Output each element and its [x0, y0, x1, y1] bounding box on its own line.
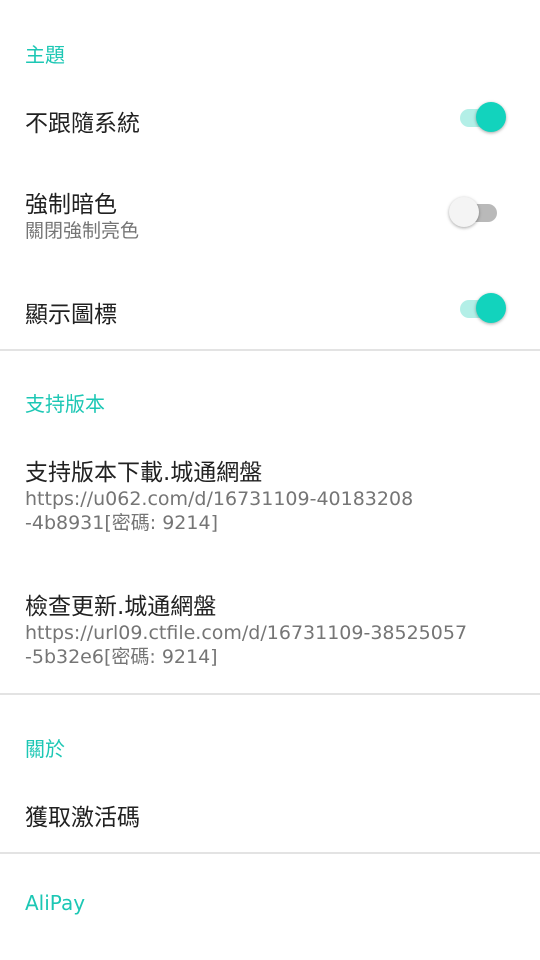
divider — [0, 852, 540, 854]
show-icon-switch[interactable] — [456, 291, 512, 327]
pref-follow-system-title: 不跟隨系統 — [25, 111, 140, 137]
follow-system-switch[interactable] — [456, 100, 512, 136]
divider — [0, 349, 540, 351]
pref-get-activation-code-title: 獲取激活碼 — [25, 805, 140, 831]
section-header-support: 支持版本 — [25, 392, 105, 416]
pref-check-update-title: 檢查更新.城通網盤 — [25, 594, 217, 620]
force-dark-switch[interactable] — [449, 195, 505, 231]
switch-thumb — [476, 293, 506, 323]
pref-show-icon-title: 顯示圖標 — [25, 302, 117, 328]
section-header-about: 關於 — [25, 737, 65, 761]
pref-support-download-link-2: -4b8931[密碼: 9214] — [25, 512, 218, 534]
section-header-theme: 主題 — [25, 43, 65, 67]
pref-support-download-title: 支持版本下載.城通網盤 — [25, 460, 263, 486]
pref-force-dark-title: 強制暗色 — [25, 192, 117, 218]
switch-thumb — [476, 102, 506, 132]
pref-check-update-link-2: -5b32e6[密碼: 9214] — [25, 646, 218, 668]
section-header-alipay: AliPay — [25, 891, 86, 915]
pref-check-update-link-1: https://url09.ctfile.com/d/16731109-3852… — [25, 622, 468, 644]
pref-support-download-link-1: https://u062.com/d/16731109-40183208 — [25, 488, 414, 510]
divider — [0, 693, 540, 695]
pref-force-dark-summary: 關閉強制亮色 — [25, 220, 140, 242]
switch-thumb — [449, 197, 479, 227]
